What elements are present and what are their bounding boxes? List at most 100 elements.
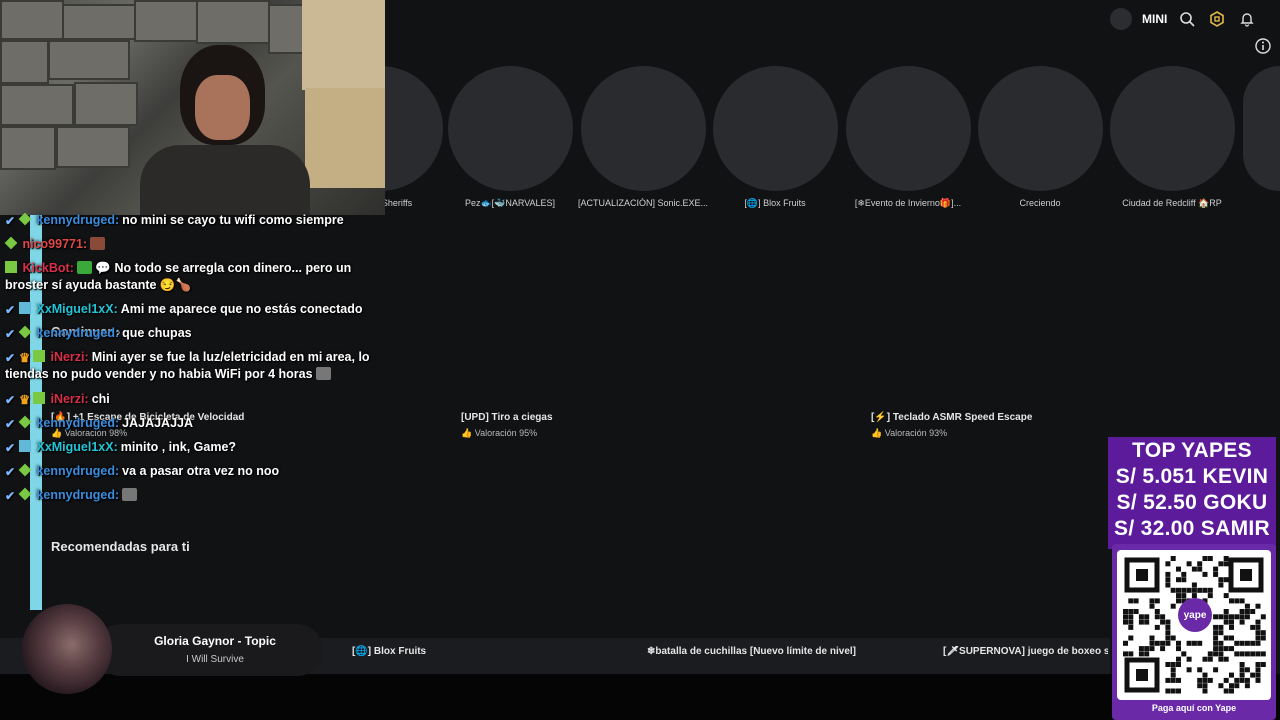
qr-module — [1234, 598, 1240, 604]
qr-module — [1138, 651, 1144, 657]
qr-module — [1165, 662, 1171, 667]
qr-module — [1138, 614, 1144, 620]
chat-username[interactable]: kennydruged: — [36, 326, 119, 340]
qr-module — [1128, 624, 1134, 630]
diamond-badge-icon — [4, 236, 18, 250]
qr-module — [1176, 566, 1181, 572]
qr-module — [1239, 667, 1245, 673]
qr-module — [1123, 640, 1128, 646]
qr-module — [1197, 683, 1203, 689]
info-icon[interactable] — [1254, 37, 1272, 55]
qr-module — [1260, 635, 1266, 641]
sword-badge-icon: ✔ — [5, 417, 16, 431]
search-icon[interactable] — [1177, 9, 1197, 29]
qr-module — [1255, 630, 1261, 636]
qr-module — [1260, 651, 1266, 657]
qr-module — [1128, 651, 1134, 657]
crown-badge-icon: ♛ — [19, 351, 31, 365]
experience-label[interactable]: [ACTUALIZACIÓN] Sonic.EXE... — [573, 198, 713, 208]
chat-username[interactable]: iNerzi: — [50, 392, 88, 406]
experience-thumbnail[interactable] — [448, 66, 573, 191]
qr-module — [1213, 651, 1219, 657]
qr-module — [1239, 619, 1245, 625]
qr-module — [1218, 646, 1224, 652]
experience-thumbnail[interactable] — [978, 66, 1103, 191]
experience-label[interactable]: Pez🐟[🐳NARVALES] — [440, 198, 580, 209]
qr-module — [1160, 619, 1166, 625]
chat-username[interactable]: nico99771: — [22, 237, 87, 251]
chat-username[interactable]: kennydruged: — [36, 488, 119, 502]
qr-module — [1181, 577, 1187, 583]
qr-module — [1202, 677, 1208, 683]
robux-icon[interactable] — [1207, 9, 1227, 29]
qr-module — [1223, 646, 1229, 652]
chat-username[interactable]: kennydruged: — [36, 464, 119, 478]
qr-module — [1176, 593, 1181, 599]
chat-text: minito , ink, Game? — [120, 440, 237, 454]
recommended-item[interactable]: [🌐] Blox Fruits — [352, 646, 426, 657]
qr-module — [1165, 571, 1171, 577]
qr-module — [1160, 646, 1166, 652]
subscriber-badge-icon — [33, 350, 45, 362]
game-card-title[interactable]: [UPD] Tiro a ciegas — [461, 412, 553, 423]
qr-module — [1176, 577, 1181, 583]
game-card-title[interactable]: [⚡] Teclado ASMR Speed Escape — [871, 412, 1032, 423]
experience-thumbnail[interactable] — [581, 66, 706, 191]
recommended-item[interactable]: [🗡SUPERNOVA] juego de boxeo sin tí — [943, 646, 1108, 657]
chat-message: KickBot: 💬 No todo se arregla con dinero… — [5, 260, 380, 294]
chat-username[interactable]: KickBot: — [22, 261, 73, 275]
emote-icon — [122, 488, 138, 501]
yape-caption: Paga aquí con Yape — [1151, 703, 1237, 713]
qr-module — [1165, 635, 1171, 641]
qr-module — [1207, 651, 1213, 657]
qr-module — [1250, 609, 1256, 614]
diamond-badge-icon — [18, 212, 32, 226]
qr-module — [1138, 646, 1144, 652]
chat-username[interactable]: XxMiguel1xX: — [36, 440, 117, 454]
qr-module — [1239, 651, 1245, 657]
rating-text: Valoración 93% — [884, 428, 948, 438]
streamer-face — [195, 75, 250, 140]
chat-username[interactable]: iNerzi: — [50, 350, 88, 364]
qr-module — [1213, 667, 1219, 673]
qr-module — [1239, 598, 1245, 604]
top-yapes-header: TOP YAPES — [1132, 439, 1252, 462]
qr-module — [1165, 577, 1171, 583]
rating-text: Valoración 95% — [474, 428, 538, 438]
chat-username[interactable]: kennydruged: — [36, 416, 119, 430]
qr-module — [1176, 587, 1181, 593]
wanted-poster — [305, 88, 385, 188]
qr-module — [1128, 635, 1134, 641]
experience-thumbnail[interactable] — [1110, 66, 1235, 191]
emote-icon — [76, 261, 92, 274]
thumbs-up-icon: 👍 — [461, 428, 473, 438]
bot-badge-icon — [5, 261, 17, 273]
chat-username[interactable]: kennydruged: — [36, 213, 119, 227]
chat-username[interactable]: XxMiguel1xX: — [36, 302, 117, 316]
qr-module — [1138, 619, 1144, 625]
qr-module — [1186, 667, 1192, 673]
qr-module — [1207, 556, 1213, 561]
bell-icon[interactable] — [1237, 9, 1257, 29]
qr-module — [1239, 662, 1245, 667]
user-avatar[interactable] — [1110, 8, 1132, 30]
bottom-bar — [0, 674, 1280, 720]
user-name[interactable]: MINI — [1142, 12, 1167, 26]
experience-thumbnail[interactable] — [713, 66, 838, 191]
diamond-badge-icon — [18, 325, 32, 339]
qr-module — [1165, 624, 1171, 630]
experience-thumbnail[interactable] — [1243, 66, 1280, 191]
qr-module — [1197, 677, 1203, 683]
experience-label[interactable]: Ciudad de Redcliff 🏠RP — [1102, 198, 1242, 209]
chat-message: nico99771: — [4, 236, 380, 253]
yape-logo: yape — [1178, 598, 1212, 632]
experience-label[interactable]: Creciendo — [970, 198, 1110, 208]
qr-module — [1223, 556, 1229, 561]
experience-thumbnail[interactable] — [846, 66, 971, 191]
qr-module — [1170, 603, 1176, 609]
recommended-item[interactable]: ❄batalla de cuchillas [Nuevo límite de n… — [647, 646, 856, 657]
experience-label[interactable]: [❄Evento de Invierno🎁]... — [838, 198, 978, 209]
experience-label[interactable]: [🌐] Blox Fruits — [705, 198, 845, 209]
album-art — [22, 604, 112, 694]
qr-module — [1202, 656, 1208, 662]
